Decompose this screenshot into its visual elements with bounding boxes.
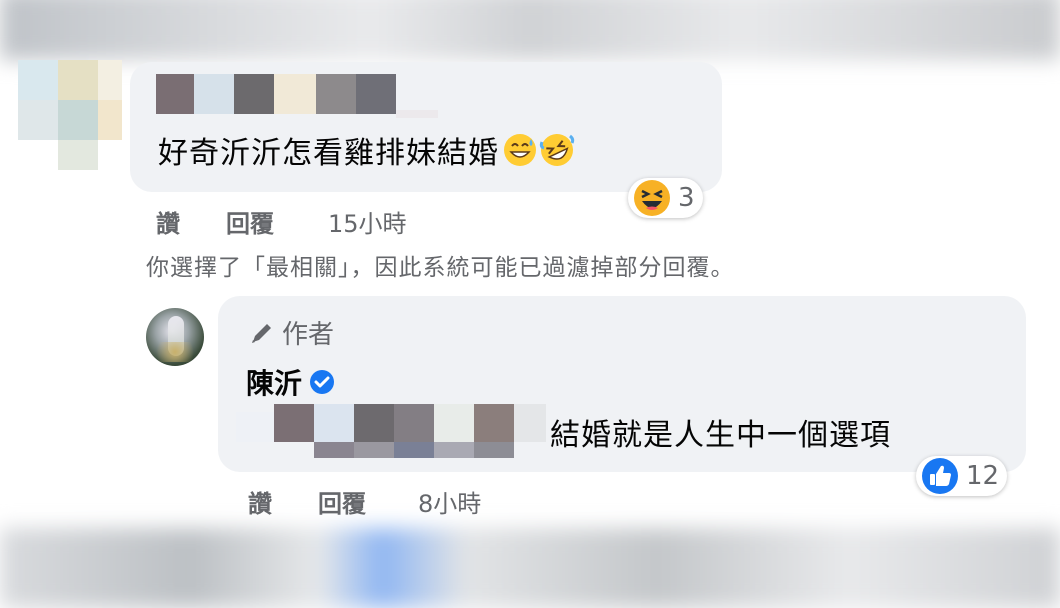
reaction-count: 12 — [966, 461, 1000, 491]
like-button[interactable]: 讚 — [248, 484, 272, 519]
comment-text: 好奇沂沂怎看雞排妹結婚 — [158, 136, 499, 171]
commenter-avatar-pixelated[interactable] — [18, 60, 122, 170]
commenter-name-pixelated[interactable] — [156, 74, 438, 118]
author-tag-label: 作者 — [282, 320, 335, 350]
comment-reaction-summary[interactable]: 3 — [628, 178, 703, 218]
author-tag: 作者 — [248, 314, 334, 351]
comment-text-row: 好奇沂沂怎看雞排妹結婚 — [158, 128, 575, 172]
reply-timestamp[interactable]: 8小時 — [418, 484, 481, 519]
author-name[interactable]: 陳沂 — [246, 362, 302, 402]
blurred-top-content — [0, 0, 1060, 60]
pencil-icon — [248, 319, 276, 347]
author-avatar[interactable] — [146, 308, 204, 366]
author-name-row[interactable]: 陳沂 — [246, 362, 336, 402]
grinning-sweat-emoji — [503, 133, 537, 167]
reply-mention-pixelated[interactable] — [236, 400, 546, 460]
reply-reaction-summary[interactable]: 12 — [916, 456, 1008, 496]
verified-badge-icon — [308, 368, 336, 396]
reply-button[interactable]: 回覆 — [226, 204, 274, 239]
reaction-count: 3 — [678, 183, 695, 213]
rofl-emoji — [539, 132, 575, 168]
reply-button[interactable]: 回覆 — [318, 484, 366, 519]
haha-reaction-icon — [632, 178, 672, 218]
like-button[interactable]: 讚 — [156, 204, 180, 239]
blurred-bottom-content — [0, 528, 1060, 608]
relevance-filter-note: 你選擇了「最相關」，因此系統可能已過濾掉部分回覆。 — [146, 255, 735, 281]
comment-timestamp[interactable]: 15小時 — [328, 204, 407, 239]
reply-text: 結婚就是人生中一個選項 — [550, 418, 891, 453]
like-reaction-icon — [920, 456, 960, 496]
